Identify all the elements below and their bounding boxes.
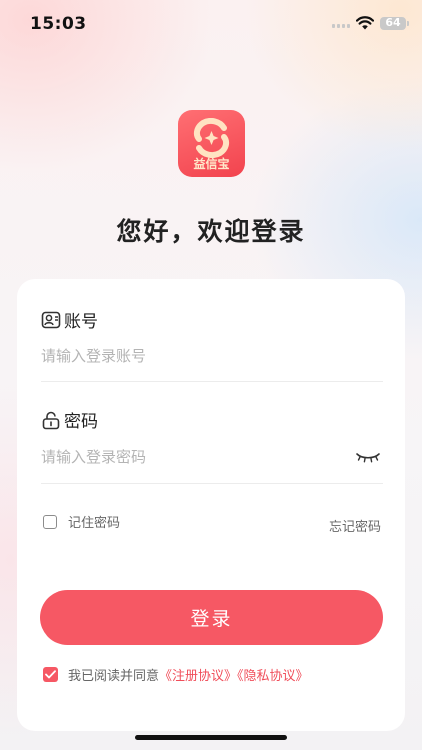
- battery-icon: 64: [380, 16, 409, 30]
- privacy-agreement-link[interactable]: 《隐私协议》: [237, 669, 309, 684]
- home-indicator: [135, 735, 287, 740]
- app-logo: 益信宝: [178, 110, 245, 177]
- password-input[interactable]: [41, 442, 341, 472]
- status-time: 15:03: [30, 14, 87, 34]
- remember-password-label: 记住密码: [68, 516, 121, 531]
- account-input[interactable]: [41, 341, 383, 371]
- password-label-text: 密码: [64, 412, 98, 432]
- app-logo-text: 益信宝: [193, 157, 230, 171]
- app-logo-icon: [193, 118, 230, 158]
- register-agreement-link[interactable]: 《注册协议》: [159, 669, 237, 684]
- wifi-icon: [356, 16, 374, 30]
- login-button[interactable]: 登录: [40, 590, 383, 645]
- divider: [41, 381, 383, 382]
- agreement-checkbox[interactable]: [43, 667, 58, 682]
- password-label: 密码: [41, 407, 98, 432]
- divider: [41, 483, 383, 484]
- eye-closed-icon[interactable]: [355, 451, 381, 463]
- agreement-text: 我已阅读并同意: [68, 669, 160, 684]
- account-label: 账号: [41, 307, 98, 332]
- checkmark-icon: [45, 670, 56, 679]
- login-card: 账号 密码 记住密码 忘记密码 登录 我已阅读并同意《注册协议》《隐私协议》: [17, 279, 405, 731]
- signal-icon: [332, 22, 352, 28]
- status-bar: 15:03 64: [0, 0, 422, 48]
- remember-password[interactable]: 记住密码: [43, 512, 120, 531]
- agreement-row: 我已阅读并同意《注册协议》《隐私协议》: [43, 665, 309, 684]
- account-label-text: 账号: [64, 312, 98, 332]
- lock-icon: [42, 411, 60, 429]
- forgot-password-link[interactable]: 忘记密码: [329, 516, 381, 535]
- checkbox-icon[interactable]: [43, 514, 57, 529]
- welcome-title: 您好，欢迎登录: [116, 217, 306, 246]
- user-icon: [41, 311, 61, 328]
- battery-level: 64: [385, 16, 401, 29]
